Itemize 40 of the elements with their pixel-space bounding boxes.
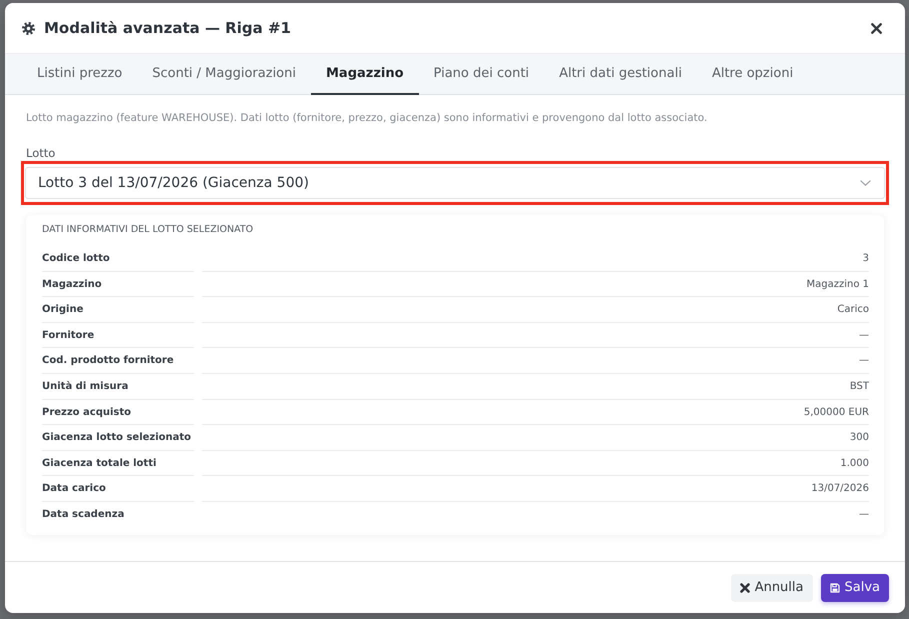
tab[interactable]: Altri dati gestionali <box>544 54 697 95</box>
detail-label: Codice lotto <box>42 246 194 272</box>
detail-label: Data scadenza <box>42 508 126 522</box>
settings-icon <box>22 22 35 34</box>
detail-value: 1.000 <box>202 450 869 476</box>
detail-label: Origine <box>42 297 194 323</box>
tab[interactable]: Listini prezzo <box>22 54 138 95</box>
close-icon <box>740 582 750 592</box>
detail-value: 3 <box>202 246 869 272</box>
detail-value: — <box>858 508 869 522</box>
description-text: Lotto magazzino (feature WAREHOUSE). Dati lotto (fornitore, prezzo, giacenza) sono informativi e provengono dal lotto associato. <box>26 111 708 125</box>
detail-value: 5,00000 EUR <box>202 400 869 426</box>
detail-value: BST <box>202 374 869 400</box>
tab[interactable]: Magazzino <box>310 54 419 95</box>
detail-value: Carico <box>202 297 869 323</box>
tab[interactable]: Altre opzioni <box>696 54 808 95</box>
detail-value: — <box>202 322 869 348</box>
select-field[interactable]: Lotto 3 del 13/07/2026 (Giacenza 500) <box>25 167 885 199</box>
card-heading: DATI INFORMATIVI DEL LOTTO SELEZIONATO <box>42 223 254 237</box>
detail-label: Fornitore <box>42 322 194 348</box>
detail-value: — <box>202 348 869 374</box>
tab[interactable]: Sconti / Maggiorazioni <box>137 54 311 95</box>
detail-label: Giacenza lotto selezionato <box>42 425 194 451</box>
detail-label: Cod. prodotto fornitore <box>42 348 194 374</box>
tab[interactable]: Piano dei conti <box>418 54 544 95</box>
field-label: Lotto <box>26 146 56 160</box>
cancel-button[interactable]: Annulla <box>730 574 812 602</box>
detail-value: 300 <box>202 425 869 451</box>
detail-value: Magazzino 1 <box>202 272 869 298</box>
save-button[interactable]: Salva <box>820 574 889 602</box>
detail-label: Magazzino <box>42 272 194 298</box>
detail-label: Prezzo acquisto <box>42 400 194 426</box>
detail-label: Unità di misura <box>42 374 194 400</box>
detail-value: 13/07/2026 <box>202 476 869 502</box>
modal-title: Modalità avanzata — Riga #1 <box>44 18 292 38</box>
close-icon <box>871 22 882 34</box>
detail-label: Data carico <box>42 476 194 502</box>
chevron-down-icon <box>860 180 871 186</box>
close-button[interactable] <box>869 20 884 36</box>
detail-label: Giacenza totale lotti <box>42 450 194 476</box>
